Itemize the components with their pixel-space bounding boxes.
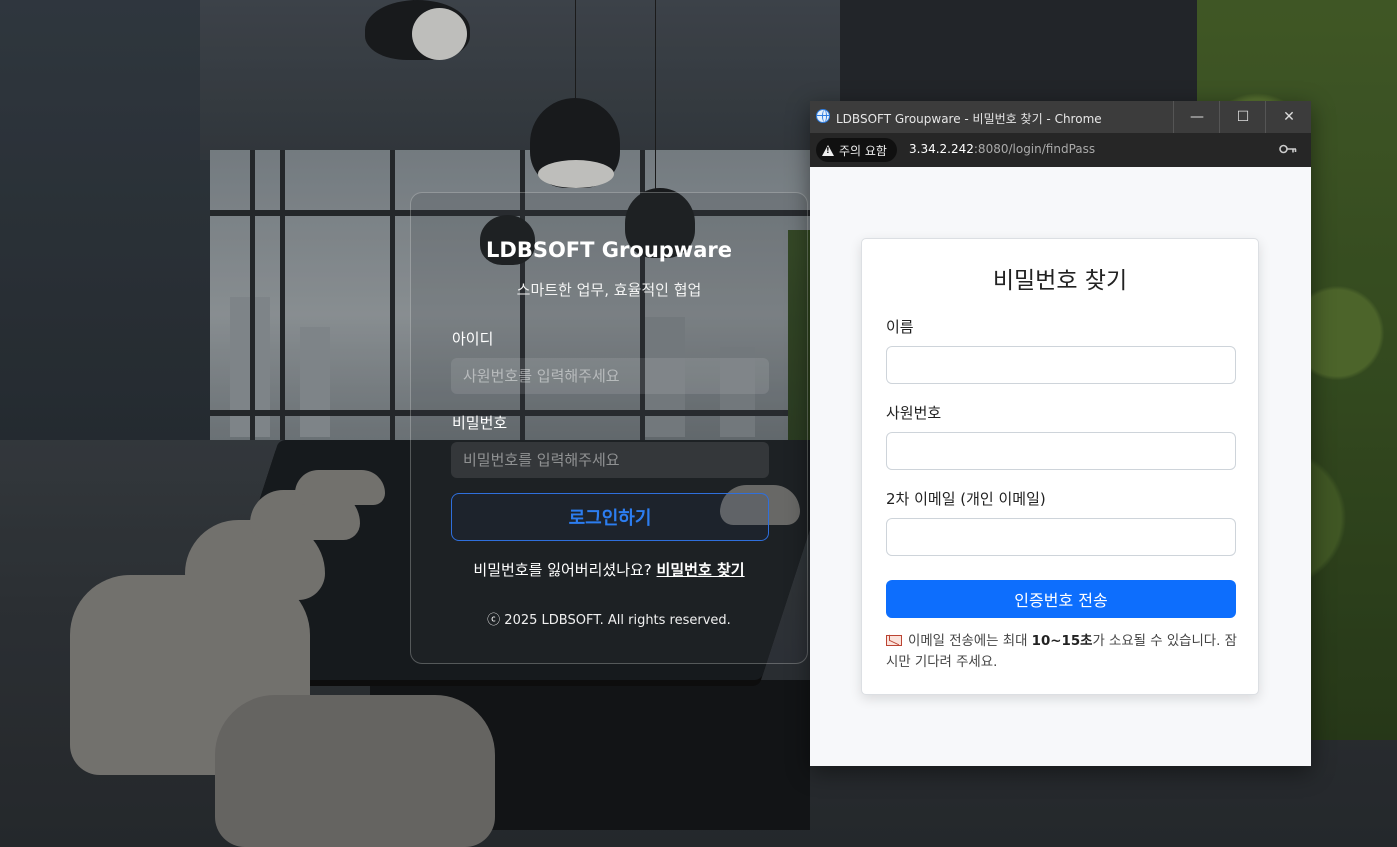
warning-icon <box>822 144 834 156</box>
notice-duration: 10~15초 <box>1031 634 1093 649</box>
window-title: LDBSOFT Groupware - 비밀번호 찾기 - Chrome <box>836 112 1102 126</box>
url-text[interactable]: 3.34.2.242:8080/login/findPass <box>909 142 1095 156</box>
notice-text-start: 이메일 전송에는 최대 <box>908 634 1032 649</box>
secondary-email-input[interactable] <box>886 518 1236 556</box>
name-input[interactable] <box>886 346 1236 384</box>
secondary-email-label: 2차 이메일 (개인 이메일) <box>886 490 1046 508</box>
find-password-card: 비밀번호 찾기 이름 사원번호 2차 이메일 (개인 이메일) 인증번호 전송 … <box>861 238 1259 695</box>
find-password-popup-window: LDBSOFT Groupware - 비밀번호 찾기 - Chrome — ☐… <box>810 101 1311 766</box>
window-titlebar[interactable]: LDBSOFT Groupware - 비밀번호 찾기 - Chrome — ☐… <box>810 101 1311 133</box>
key-icon[interactable] <box>1279 144 1297 154</box>
login-card: LDBSOFT Groupware 스마트한 업무, 효율적인 협업 아이디 비… <box>410 192 808 664</box>
login-title: LDBSOFT Groupware <box>486 238 732 262</box>
login-subtitle: 스마트한 업무, 효율적인 협업 <box>516 281 702 299</box>
security-warning-label: 주의 요함 <box>839 143 887 158</box>
id-label: 아이디 <box>452 330 494 348</box>
login-button[interactable]: 로그인하기 <box>451 493 769 541</box>
address-bar: 주의 요함 3.34.2.242:8080/login/findPass <box>810 133 1311 167</box>
find-password-link[interactable]: 비밀번호 찾기 <box>657 561 745 579</box>
password-label: 비밀번호 <box>452 414 508 432</box>
minimize-button[interactable]: — <box>1173 101 1220 133</box>
page-content: 비밀번호 찾기 이름 사원번호 2차 이메일 (개인 이메일) 인증번호 전송 … <box>810 167 1311 766</box>
forgot-password-text: 비밀번호를 잃어버리셨나요? <box>473 561 652 579</box>
email-notice: 이메일 전송에는 최대 10~15초가 소요될 수 있습니다. 잠시만 기다려 … <box>886 631 1238 673</box>
id-input[interactable] <box>451 358 769 394</box>
url-path: :8080/login/findPass <box>973 142 1096 156</box>
employee-number-label: 사원번호 <box>886 404 942 422</box>
mail-icon <box>886 635 902 646</box>
close-button[interactable]: ✕ <box>1265 101 1312 133</box>
security-warning-chip[interactable]: 주의 요함 <box>816 138 897 162</box>
copyright: ⓒ 2025 LDBSOFT. All rights reserved. <box>487 613 731 628</box>
maximize-button[interactable]: ☐ <box>1219 101 1266 133</box>
employee-number-input[interactable] <box>886 432 1236 470</box>
password-input[interactable] <box>451 442 769 478</box>
send-code-button[interactable]: 인증번호 전송 <box>886 580 1236 618</box>
find-password-title: 비밀번호 찾기 <box>992 268 1128 294</box>
globe-icon <box>816 109 830 123</box>
forgot-password-row: 비밀번호를 잃어버리셨나요? 비밀번호 찾기 <box>411 559 807 580</box>
name-label: 이름 <box>886 318 914 336</box>
url-host: 3.34.2.242 <box>909 142 974 156</box>
